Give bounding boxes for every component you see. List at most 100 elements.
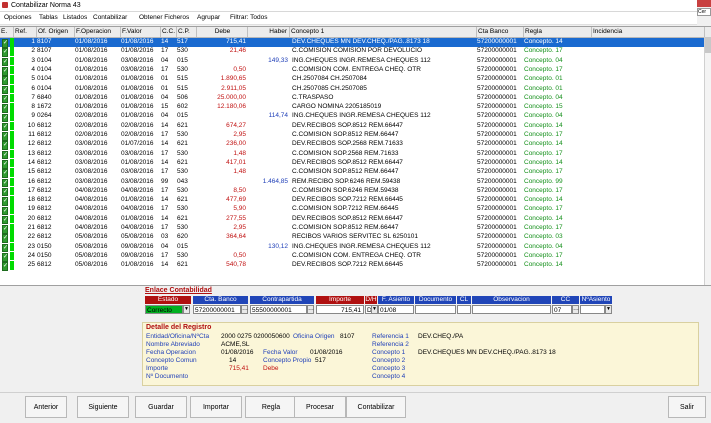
table-row[interactable]: ✓ 11 6812 02/08/2016 02/08/2016 17 530 2,95 C.CO… [0,131,705,141]
side-close-button[interactable] [697,0,711,7]
table-row[interactable]: ✓ 25 6812 05/08/2016 01/08/2016 14 621 540,78 DE… [0,261,705,271]
row-concepto1: C.COMISION COM. ENTREGA CHEQ. OTR [292,65,421,73]
col-concepto1[interactable]: Concepto 1 [290,27,477,37]
row-cp: 530 [177,65,188,73]
row-cp: 517 [177,38,188,45]
importar-button[interactable]: Importar [190,396,242,418]
observacion-field[interactable] [472,305,551,314]
label-concepto-propio: Concepto Propio [263,357,312,364]
table-row[interactable]: ✓ 14 6812 03/08/2016 01/08/2016 14 621 417,01 DE… [0,158,705,169]
table-row[interactable]: ✓ 17 6812 04/08/2016 04/08/2016 17 530 8,50 C.CO… [0,186,705,197]
col-debe[interactable]: Debe [197,27,248,37]
table-row[interactable]: ✓ 6 0104 01/08/2016 01/08/2016 01 515 2.911,05 C… [0,84,705,95]
table-row[interactable]: ✓ 20 6812 04/08/2016 01/08/2016 14 621 277,55 DE… [0,214,705,225]
row-debe [197,178,248,187]
col-f-operacion[interactable]: F.Operacion [75,27,121,37]
row-f-valor: 01/08/2016 [121,84,154,92]
salir-button[interactable]: Salir [668,396,706,418]
cc-field[interactable]: 07 [552,305,572,314]
table-row[interactable]: ✓ 3 0104 01/08/2016 03/08/2016 04 015 149,33 ING… [0,56,705,67]
regla-button[interactable]: Regla [245,396,297,418]
label-debe: Debe [263,365,279,372]
documento-field[interactable] [415,305,456,314]
anterior-button[interactable]: Anterior [25,396,67,418]
row-f-valor: 01/08/2016 [121,75,154,83]
movements-grid[interactable]: E. Ref. Of. Origen F.Operacion F.Valor C… [0,26,711,286]
cta-banco-field[interactable]: 57200000001 [193,305,241,314]
siguiente-button[interactable]: Siguiente [77,396,129,418]
menu-agrupar[interactable]: Agrupar [197,14,220,22]
grid-vertical-scrollbar[interactable] [704,37,711,285]
row-haber [248,66,290,75]
row-debe: 236,00 [226,140,246,148]
cl-field[interactable] [457,305,471,314]
dh-dropdown-arrow[interactable]: ▼ [371,305,378,314]
row-regla: Concepto. 17 [524,131,563,138]
col-cta-banco[interactable]: Cta Banco [477,27,524,37]
cta-banco-lookup-button[interactable]: … [241,305,248,314]
col-estado[interactable]: E. [0,27,14,37]
col-ref[interactable]: Ref. [14,27,37,37]
guardar-button[interactable]: Guardar [135,396,187,418]
contrapartida-field[interactable]: 55500000001 [250,305,307,314]
row-concepto1: DEV.CHEQUES MN DEV.CHEQ./PAG..8173 18 [292,38,430,45]
nasiento-select[interactable] [580,305,605,314]
col-of-origen[interactable]: Of. Origen [37,27,75,37]
menu-listados[interactable]: Listados [63,14,87,22]
cc-lookup-button[interactable]: … [572,305,579,314]
contrapartida-lookup-button[interactable]: … [307,305,314,314]
table-row[interactable]: ✓ 7 6840 01/08/2016 01/08/2016 04 506 25.000,00… [0,93,705,104]
app-icon [2,2,8,8]
row-haber: 1.464,85 [262,177,288,185]
row-checkbox[interactable]: ✓ [2,262,8,271]
menu-opciones[interactable]: Opciones [4,14,31,22]
table-row[interactable]: ✓ 1 8107 01/08/2016 01/08/2016 14 517 715,41 DEV… [0,38,705,48]
estado-dropdown-arrow[interactable]: ▼ [183,305,190,314]
table-row[interactable]: ✓ 2 8107 01/08/2016 01/08/2016 17 530 21,46 C.CO… [0,47,705,57]
row-f-operacion: 04/08/2016 [75,205,108,213]
f-asiento-field[interactable]: 01/08 [378,305,414,314]
col-f-valor[interactable]: F.Valor [121,27,161,37]
table-row[interactable]: ✓ 15 6812 03/08/2016 03/08/2016 17 530 1,48 C.CO… [0,168,705,178]
table-row[interactable]: ✓ 23 0150 05/08/2016 09/08/2016 04 015 130,12 IN… [0,242,705,253]
estado-select[interactable]: Correcto [145,305,183,314]
scrollbar-thumb[interactable] [705,37,711,53]
nasiento-dropdown-arrow[interactable]: ▼ [605,305,612,314]
enlace-h-estado: Estado [145,296,191,304]
row-cta-banco: 57200000001 [477,47,517,55]
row-concepto1: C.COMISION SOP.8512 REM.66447 [292,168,399,176]
col-haber[interactable]: Haber [248,27,290,37]
table-row[interactable]: ✓ 16 6812 03/08/2016 03/08/2016 99 043 1.464,85… [0,177,705,188]
col-regla[interactable]: Regla [524,27,592,37]
menu-obtener-ficheros[interactable]: Obtener Ficheros [139,14,189,22]
menu-tablas[interactable]: Tablas [39,14,58,22]
table-row[interactable]: ✓ 21 6812 04/08/2016 04/08/2016 17 530 2,95 C.CO… [0,224,705,234]
row-regla: Concepto. 14 [524,121,563,129]
table-row[interactable]: ✓ 10 6812 02/08/2016 02/08/2016 14 621 674,27 DE… [0,121,705,132]
table-row[interactable]: ✓ 13 6812 03/08/2016 03/08/2016 17 530 1,48 C.CO… [0,149,705,160]
row-of-origen: 1672 [37,103,52,111]
table-row[interactable]: ✓ 19 6812 04/08/2016 04/08/2016 17 530 5,90 C.CO… [0,205,705,216]
col-cp[interactable]: C.P. [177,27,197,37]
table-row[interactable]: ✓ 18 6812 04/08/2016 01/08/2016 14 621 477,69 DE… [0,196,705,206]
table-row[interactable]: ✓ 4 0104 01/08/2016 03/08/2016 17 530 0,50 C.COM… [0,65,705,76]
table-row[interactable]: ✓ 8 1672 01/08/2016 01/08/2016 15 602 12.180,06… [0,103,705,113]
importe-field[interactable]: 715,41 [316,305,364,314]
table-row[interactable]: ✓ 24 0150 05/08/2016 09/08/2016 17 530 0,50 C.CO… [0,251,705,262]
col-cc[interactable]: C.C. [161,27,177,37]
table-row[interactable]: ✓ 9 0264 02/08/2016 01/08/2016 04 015 114,74 ING… [0,112,705,123]
procesar-button[interactable]: Procesar [294,396,346,418]
menu-filtrar[interactable]: Filtrar: Todos [230,14,267,22]
row-regla: Concepto. 01 [524,75,563,83]
side-cerrar-button[interactable]: Cer [697,8,711,16]
menu-contabilizar[interactable]: Contabilizar [93,14,127,22]
row-of-origen: 0104 [37,75,52,83]
table-row[interactable]: ✓ 12 6812 03/08/2016 01/07/2016 14 621 236,00 DE… [0,140,705,150]
col-incidencia[interactable]: Incidencia [592,27,705,37]
row-of-origen: 6812 [37,121,52,129]
table-row[interactable]: ✓ 22 6812 05/08/2016 05/08/2016 03 620 364,64 RE… [0,233,705,243]
row-f-operacion: 03/08/2016 [75,149,108,157]
table-row[interactable]: ✓ 5 0104 01/08/2016 01/08/2016 01 515 1.890,65 C… [0,75,705,85]
contabilizar-button[interactable]: Contabilizar [346,396,406,418]
enlace-h-cta-banco: Cta. Banco [193,296,248,304]
